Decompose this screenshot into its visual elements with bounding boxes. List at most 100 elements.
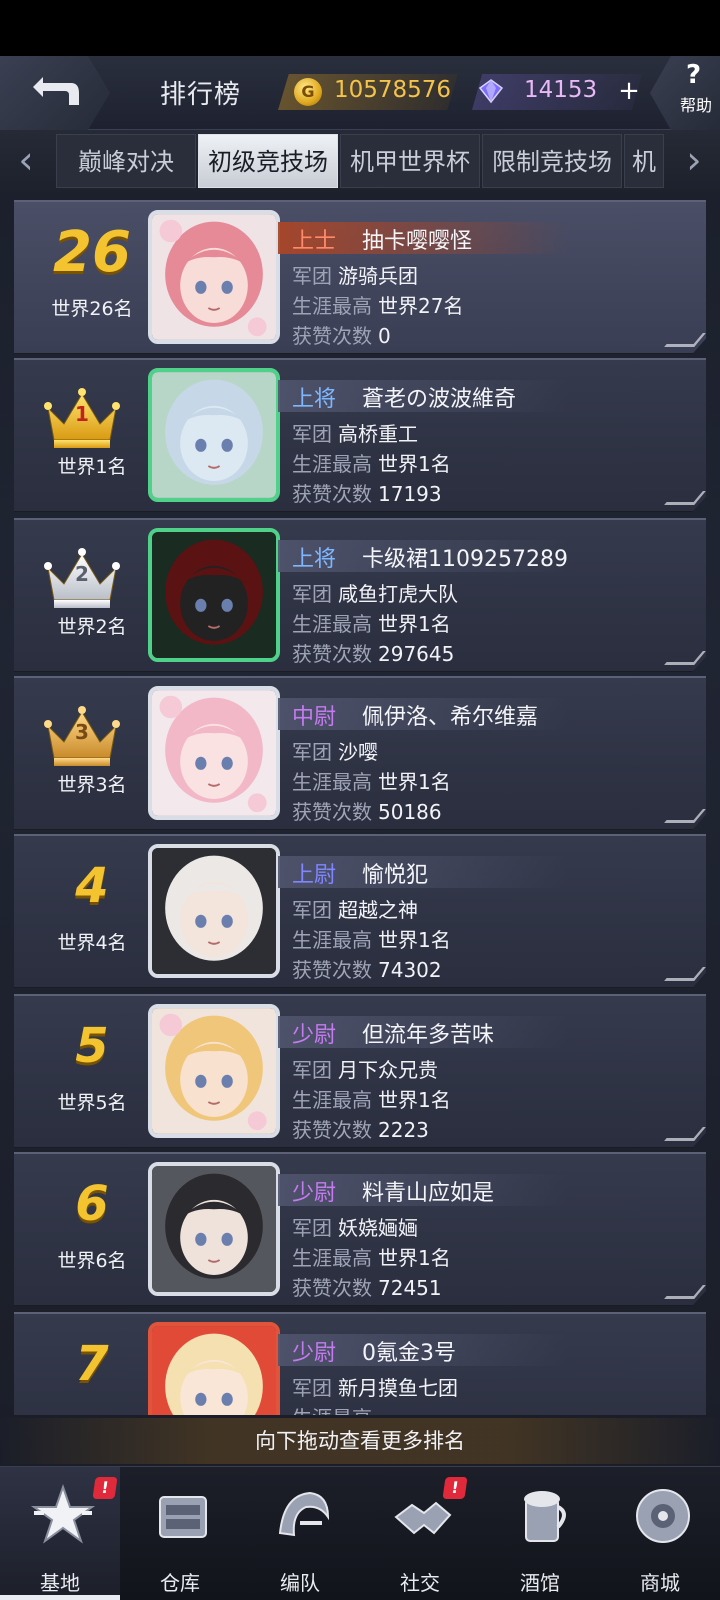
career-best-label: 生涯最高 (292, 770, 372, 794)
player-avatar-image (152, 214, 276, 340)
nav-shop[interactable]: 商城 (600, 1467, 720, 1600)
military-title: 上将 (292, 387, 337, 412)
shop-icon (636, 1489, 690, 1543)
likes-value: 297645 (378, 642, 455, 666)
rank-card[interactable]: 1 世界1名 上将 蒼老の波波維奇 军团 高桥重工 生涯最高 世界1名 获赞次数 17… (14, 358, 706, 512)
military-title: 中尉 (292, 705, 337, 730)
formation-icon (278, 1491, 330, 1537)
rank-number: 5 (75, 1018, 109, 1074)
career-best-label: 生涯最高 (292, 1406, 372, 1415)
legion-label: 军团 (292, 264, 332, 288)
tab-peak-duel[interactable]: 巅峰对决 (56, 134, 196, 188)
military-title: 上尉 (292, 863, 337, 888)
legion-row: 军团 沙嘤 (292, 736, 378, 765)
nav-formation[interactable]: 编队 (240, 1467, 360, 1600)
card-corner-decoration (664, 1285, 706, 1299)
player-name: 卡级裙1109257289 (362, 547, 568, 572)
career-best-row: 生涯最高 (292, 1402, 378, 1415)
rank-card[interactable]: 6 世界6名 少尉 料青山应如是 军团 妖娆婳婳 生涯最高 世界1名 获赞次数 724… (14, 1152, 706, 1306)
player-avatar[interactable] (148, 686, 280, 820)
ranking-list[interactable]: 26 世界26名 上士 抽卡嘤嘤怪 军团 游骑兵团 生涯最高 世界27名 获赞次数 0… (0, 200, 720, 1415)
nav-social[interactable]: 社交 ! (360, 1467, 480, 1600)
legion-value: 咸鱼打虎大队 (338, 582, 458, 606)
my-rank-card[interactable]: 26 世界26名 上士 抽卡嘤嘤怪 军团 游骑兵团 生涯最高 世界27名 获赞次数 0 (14, 200, 706, 354)
legion-value: 妖娆婳婳 (338, 1216, 418, 1240)
world-rank: 世界3名 (57, 774, 127, 796)
legion-value: 超越之神 (338, 898, 418, 922)
rank-card[interactable]: 3 世界3名 中尉 佩伊洛、希尔维嘉 军团 沙嘤 生涯最高 世界1名 获赞次数 501… (14, 676, 706, 830)
legion-label: 军团 (292, 1216, 332, 1240)
nav-warehouse[interactable]: 仓库 (120, 1467, 240, 1600)
likes-row: 获赞次数 17193 (292, 478, 442, 507)
player-name: 抽卡嘤嘤怪 (362, 229, 473, 254)
nav-label: 商城 (640, 1571, 680, 1595)
legion-row: 军团 高桥重工 (292, 418, 418, 447)
nav-label: 仓库 (160, 1571, 200, 1595)
career-best-label: 生涯最高 (292, 294, 372, 318)
legion-label: 军团 (292, 422, 332, 446)
rank-card[interactable]: 5 世界5名 少尉 但流年多苦味 军团 月下众兄贵 生涯最高 世界1名 获赞次数 22… (14, 994, 706, 1148)
tab-scroll-right-icon[interactable]: › (674, 140, 714, 182)
player-avatar[interactable] (148, 1004, 280, 1138)
career-best-label: 生涯最高 (292, 1088, 372, 1112)
player-avatar[interactable] (148, 1322, 280, 1415)
card-corner-decoration (664, 1127, 706, 1141)
gold-amount: 10578576 (334, 77, 452, 103)
legion-value: 新月摸鱼七团 (338, 1376, 458, 1400)
career-best-row: 生涯最高 世界1名 (292, 766, 451, 795)
base-icon (30, 1483, 96, 1544)
add-gems-button[interactable]: + (614, 76, 644, 106)
world-rank: 世界6名 (57, 1250, 127, 1272)
legion-label: 军团 (292, 740, 332, 764)
career-best-value: 世界27名 (378, 294, 464, 318)
rank-number: 1 (75, 402, 89, 426)
player-avatar-image (152, 1008, 276, 1134)
player-avatar[interactable] (148, 210, 280, 344)
rank-number: 26 (53, 220, 131, 285)
career-best-value: 世界1名 (378, 612, 451, 636)
player-avatar[interactable] (148, 1162, 280, 1296)
military-title: 少尉 (292, 1023, 337, 1048)
nav-base[interactable]: 基地 ! (0, 1467, 120, 1600)
world-rank: 世界2名 (57, 616, 127, 638)
nav-label: 编队 (280, 1571, 320, 1595)
rank-card[interactable]: 2 世界2名 上将 卡级裙1109257289 军团 咸鱼打虎大队 生涯最高 世界1… (14, 518, 706, 672)
legion-row: 军团 游骑兵团 (292, 260, 418, 289)
tab-mecha-world-cup[interactable]: 机甲世界杯 (340, 134, 480, 188)
likes-row: 获赞次数 50186 (292, 796, 442, 825)
player-avatar[interactable] (148, 844, 280, 978)
player-name: 佩伊洛、希尔维嘉 (362, 705, 539, 730)
legion-value: 沙嘤 (338, 740, 378, 764)
card-corner-decoration (664, 651, 706, 665)
back-arrow-icon (33, 77, 79, 105)
nav-label: 基地 (40, 1571, 80, 1595)
tab-restricted-arena[interactable]: 限制竞技场 (482, 134, 622, 188)
rank-card[interactable]: 7 少尉 0氪金3号 军团新月摸鱼七团 生涯最高 获赞次数 (14, 1312, 706, 1415)
tab-scroll-left-icon[interactable]: ‹ (6, 140, 46, 182)
career-best-value: 世界1名 (378, 928, 451, 952)
player-name: 蒼老の波波維奇 (362, 387, 517, 412)
back-button[interactable] (0, 56, 110, 130)
tab-junior-arena[interactable]: 初级竞技场 (198, 134, 338, 188)
likes-label: 获赞次数 (292, 800, 372, 824)
career-best-label: 生涯最高 (292, 928, 372, 952)
tab-partial[interactable]: 机 (624, 134, 664, 188)
military-title: 上将 (292, 547, 337, 572)
career-best-row: 生涯最高 世界1名 (292, 608, 451, 637)
career-best-value: 世界1名 (378, 452, 451, 476)
player-avatar[interactable] (148, 368, 280, 502)
legion-label: 军团 (292, 1058, 332, 1082)
legion-value: 游骑兵团 (338, 264, 418, 288)
nav-tavern[interactable]: 酒馆 (480, 1467, 600, 1600)
player-avatar[interactable] (148, 528, 280, 662)
career-best-row: 生涯最高 世界1名 (292, 924, 451, 953)
gem-amount: 14153 (524, 77, 598, 103)
likes-value: 50186 (378, 800, 442, 824)
likes-label: 获赞次数 (292, 1118, 372, 1142)
likes-value: 17193 (378, 482, 442, 506)
rank-card[interactable]: 4 世界4名 上尉 愉悦犯 军团 超越之神 生涯最高 世界1名 获赞次数 74302 (14, 834, 706, 988)
likes-label: 获赞次数 (292, 958, 372, 982)
career-best-label: 生涯最高 (292, 612, 372, 636)
career-best-label: 生涯最高 (292, 1246, 372, 1270)
card-corner-decoration (664, 967, 706, 981)
